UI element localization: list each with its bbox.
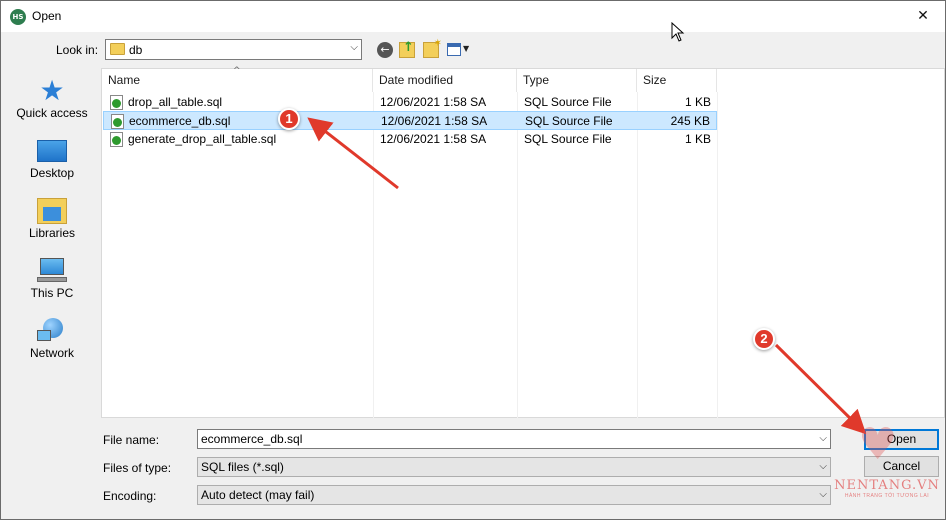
file-type: SQL Source File bbox=[524, 95, 612, 109]
up-folder-icon[interactable] bbox=[399, 40, 415, 58]
files-of-type-value: SQL files (*.sql) bbox=[201, 460, 284, 474]
place-desktop[interactable]: Desktop bbox=[7, 128, 97, 184]
sql-file-icon bbox=[110, 95, 123, 110]
mouse-cursor-icon bbox=[671, 22, 685, 42]
folder-icon bbox=[110, 43, 125, 55]
encoding-value: Auto detect (may fail) bbox=[201, 488, 315, 502]
place-network[interactable]: Network bbox=[7, 308, 97, 364]
file-name-input[interactable]: ecommerce_db.sql ⌵ bbox=[197, 429, 831, 449]
place-label: Desktop bbox=[29, 166, 75, 180]
column-header-date[interactable]: Date modified bbox=[373, 69, 517, 92]
chevron-down-icon: ⌵ bbox=[350, 42, 358, 53]
chevron-down-icon: ⌵ bbox=[819, 489, 827, 500]
places-bar: ★ Quick access Desktop Libraries This PC… bbox=[7, 68, 97, 518]
look-in-value: db bbox=[129, 43, 143, 57]
place-label: Network bbox=[29, 346, 74, 360]
look-in-combo[interactable]: db ⌵ bbox=[105, 39, 362, 60]
column-header-type[interactable]: Type bbox=[517, 69, 637, 92]
dropdown-arrow-icon: ▼ bbox=[463, 44, 470, 53]
close-button[interactable]: ✕ bbox=[901, 1, 945, 32]
place-this-pc[interactable]: This PC bbox=[7, 248, 97, 304]
place-label: Quick access bbox=[16, 106, 88, 120]
watermark-logo: NENTANG.VN HÀNH TRANG TỚI TƯƠNG LAI bbox=[832, 478, 942, 499]
file-list[interactable]: Name ^ Date modified Type Size drop_all_… bbox=[101, 66, 945, 418]
encoding-select[interactable]: Auto detect (may fail) ⌵ bbox=[197, 485, 831, 505]
look-in-label: Look in: bbox=[56, 43, 99, 57]
watermark-heart-icon: ♥ bbox=[858, 419, 898, 470]
chevron-down-icon[interactable]: ⌵ bbox=[819, 430, 827, 448]
view-grid-icon bbox=[447, 43, 461, 56]
file-type: SQL Source File bbox=[524, 132, 612, 146]
app-icon: HS bbox=[10, 9, 26, 25]
file-row[interactable]: drop_all_table.sql 12/06/2021 1:58 SA SQ… bbox=[103, 93, 717, 112]
column-header-name[interactable]: Name ^ bbox=[102, 66, 373, 92]
open-dialog: HS Open ✕ Look in: db ⌵ ← ▼ ★ Quick acce… bbox=[0, 0, 946, 520]
file-date: 12/06/2021 1:58 SA bbox=[381, 114, 488, 128]
libraries-icon bbox=[37, 198, 67, 224]
place-label: This PC bbox=[30, 286, 74, 300]
file-size: 1 KB bbox=[684, 132, 711, 146]
new-folder-icon[interactable] bbox=[423, 38, 442, 58]
sort-ascending-icon: ^ bbox=[233, 66, 241, 76]
column-header-size[interactable]: Size bbox=[637, 69, 717, 92]
column-name-label: Name bbox=[108, 73, 141, 87]
file-size: 245 KB bbox=[670, 114, 710, 128]
place-quick-access[interactable]: ★ Quick access bbox=[7, 68, 97, 124]
file-name: drop_all_table.sql bbox=[128, 95, 223, 109]
watermark-sub: HÀNH TRANG TỚI TƯƠNG LAI bbox=[844, 493, 930, 499]
chevron-down-icon: ⌵ bbox=[819, 461, 827, 472]
title-bar: HS Open ✕ bbox=[1, 1, 945, 32]
back-icon[interactable]: ← bbox=[377, 42, 393, 58]
file-row-selected[interactable]: ecommerce_db.sql 12/06/2021 1:58 SA SQL … bbox=[103, 111, 717, 130]
file-name-value: ecommerce_db.sql bbox=[201, 432, 303, 446]
callout-1: 1 bbox=[278, 108, 300, 130]
file-name: ecommerce_db.sql bbox=[129, 114, 231, 128]
view-menu-icon[interactable]: ▼ bbox=[447, 42, 471, 58]
star-icon: ★ bbox=[39, 74, 65, 107]
file-row[interactable]: generate_drop_all_table.sql 12/06/2021 1… bbox=[103, 130, 717, 149]
file-size: 1 KB bbox=[684, 95, 711, 109]
file-type: SQL Source File bbox=[525, 114, 613, 128]
network-icon bbox=[37, 318, 67, 344]
watermark-main: NENTANG.VN bbox=[834, 478, 940, 493]
dialog-title: Open bbox=[32, 9, 62, 23]
file-name: generate_drop_all_table.sql bbox=[128, 132, 277, 146]
callout-2: 2 bbox=[753, 328, 775, 350]
files-of-type-select[interactable]: SQL files (*.sql) ⌵ bbox=[197, 457, 831, 477]
computer-icon bbox=[37, 258, 67, 284]
sql-file-icon bbox=[110, 132, 123, 147]
desktop-icon bbox=[37, 140, 67, 162]
column-divider bbox=[717, 92, 718, 418]
place-libraries[interactable]: Libraries bbox=[7, 188, 97, 244]
files-of-type-label: Files of type: bbox=[103, 461, 172, 475]
encoding-label: Encoding: bbox=[103, 489, 157, 503]
file-name-label: File name: bbox=[103, 433, 160, 447]
file-date: 12/06/2021 1:58 SA bbox=[380, 132, 487, 146]
file-date: 12/06/2021 1:58 SA bbox=[380, 95, 487, 109]
sql-file-icon bbox=[111, 114, 124, 129]
place-label: Libraries bbox=[28, 226, 76, 240]
